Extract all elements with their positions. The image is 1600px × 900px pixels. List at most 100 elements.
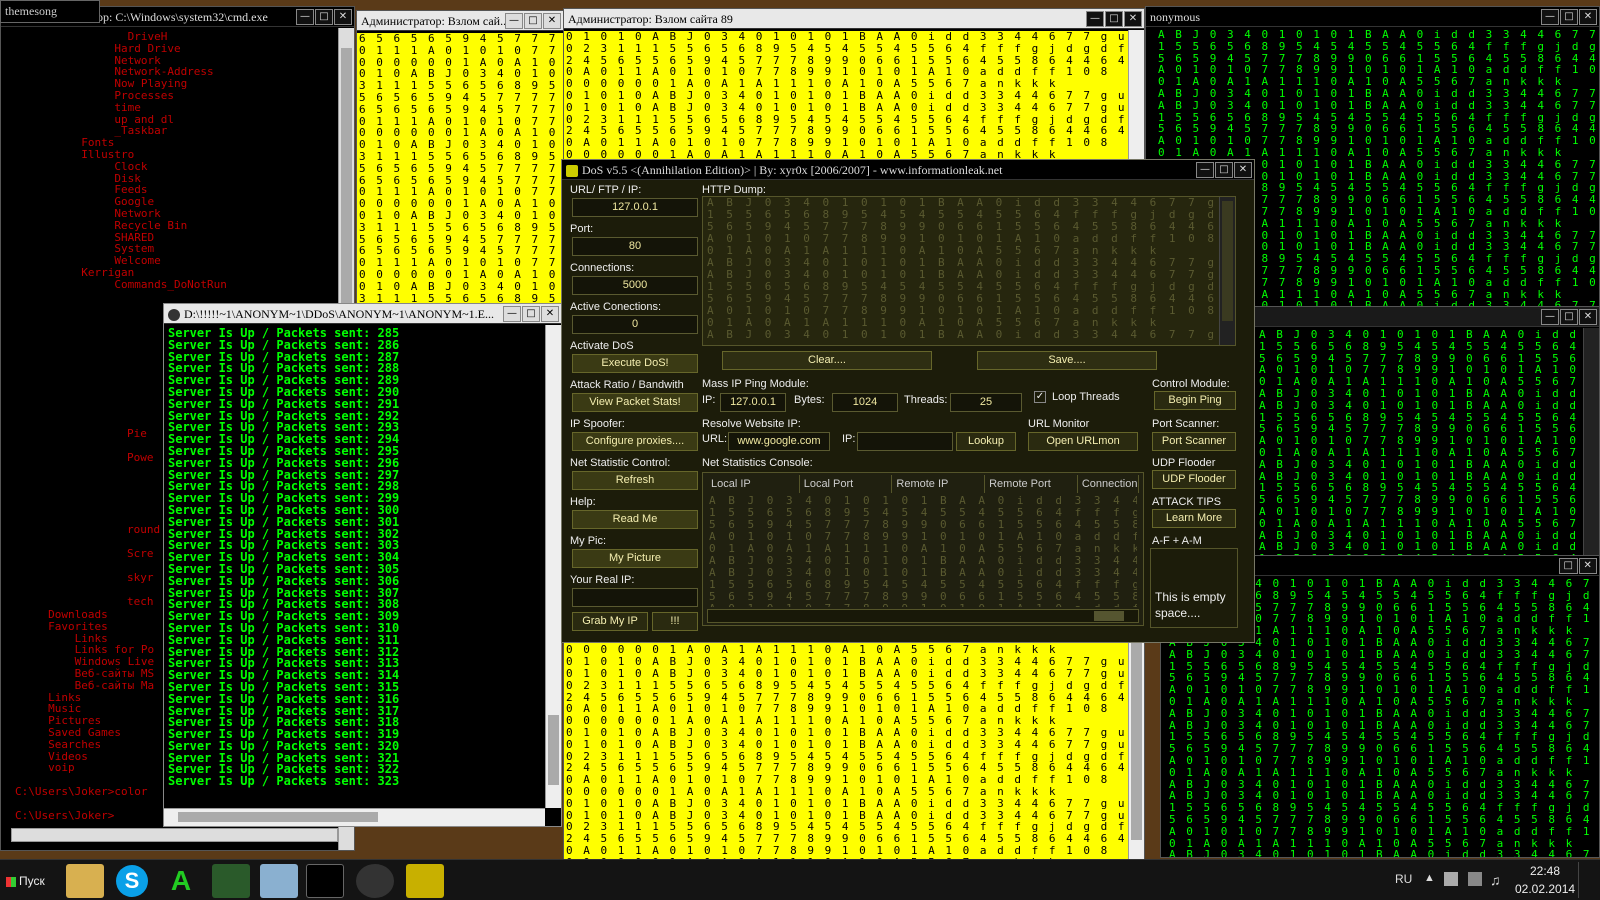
anonymous-taskbar-icon[interactable] (356, 864, 394, 898)
close-icon[interactable]: ✕ (334, 9, 352, 25)
window-controls[interactable]: — □ ✕ (1086, 11, 1142, 27)
cmd-icon[interactable] (306, 864, 344, 898)
horizontal-scrollbar[interactable] (707, 609, 1139, 623)
maximize-icon[interactable]: □ (524, 13, 542, 29)
maximize-icon[interactable]: □ (1105, 11, 1123, 27)
skype-icon[interactable]: S (116, 865, 148, 897)
scroll-thumb[interactable] (548, 715, 559, 785)
udp-flooder-button[interactable]: UDP Flooder (1152, 470, 1236, 489)
column-header[interactable]: Local Port (800, 475, 893, 493)
scroll-thumb[interactable] (178, 812, 378, 822)
explorer-folder-icon[interactable] (66, 864, 104, 898)
column-header[interactable]: Connection (1078, 475, 1139, 493)
execute-dos-button[interactable]: Execute DoS! (572, 354, 698, 373)
horizontal-scrollbar[interactable] (11, 828, 338, 842)
flag-icon[interactable] (1444, 872, 1458, 886)
yellow-main-titlebar[interactable]: Администратор: Взлом сайта 89 (564, 9, 1144, 29)
close-icon[interactable]: ✕ (541, 306, 559, 322)
yellow-console-window-small[interactable]: Администратор: Взлом сай... — □ ✕ 6 5 6 5 … (356, 10, 564, 310)
grab-my-ip-button[interactable]: Grab My IP (572, 612, 648, 631)
port-input[interactable]: 80 (572, 237, 698, 256)
scroll-thumb[interactable] (1222, 201, 1233, 321)
close-icon[interactable]: ✕ (1579, 9, 1597, 25)
language-indicator[interactable]: RU (1395, 872, 1412, 886)
real-ip-field[interactable] (572, 588, 698, 607)
show-desktop-button[interactable] (1578, 862, 1598, 898)
maximize-icon[interactable]: □ (1559, 558, 1578, 574)
vertical-scrollbar[interactable] (1219, 197, 1235, 345)
themesong-widget[interactable]: themesong (0, 0, 100, 23)
bytes-input[interactable]: 1024 (832, 393, 898, 412)
resolve-ip-field[interactable] (857, 432, 953, 451)
network-icon[interactable] (1468, 872, 1482, 886)
tray-arrow-icon[interactable]: ▲ (1424, 872, 1435, 884)
resolve-url-input[interactable]: www.google.com (728, 432, 830, 451)
exclaim-button[interactable]: !!! (652, 612, 698, 631)
packets-cmd-window[interactable]: D:\!!!!!~1\ANONYM~1\DDoS\ANONYM~1\ANONYM… (163, 303, 562, 827)
window-controls[interactable]: □ ✕ (1559, 558, 1597, 574)
column-header[interactable]: Local IP (707, 475, 800, 493)
begin-ping-button[interactable]: Begin Ping (1154, 391, 1236, 410)
scroll-thumb[interactable] (341, 48, 352, 308)
column-header[interactable]: Remote Port (985, 475, 1078, 493)
close-icon[interactable]: ✕ (1234, 162, 1252, 178)
configure-proxies-button[interactable]: Configure proxies.... (572, 432, 698, 451)
url-input[interactable]: 127.0.0.1 (572, 198, 698, 217)
game-icon[interactable] (212, 864, 250, 898)
net-console-table[interactable]: Local IP Local Port Remote IP Remote Port Co… (702, 472, 1144, 626)
window-controls[interactable]: — □ ✕ (505, 13, 561, 29)
maximize-icon[interactable]: □ (1560, 9, 1578, 25)
maximize-icon[interactable]: □ (1215, 162, 1233, 178)
scroll-thumb[interactable] (1131, 640, 1142, 840)
clock-date[interactable]: 02.02.2014 (1515, 882, 1575, 896)
green-console-titlebar[interactable]: nonymous (1146, 7, 1599, 27)
loop-threads-checkbox[interactable]: ✓ (1034, 391, 1046, 403)
open-urlmon-button[interactable]: Open URLmon (1028, 432, 1138, 451)
connections-input[interactable]: 5000 (572, 276, 698, 295)
minimize-icon[interactable]: — (505, 13, 523, 29)
minimize-icon[interactable]: — (503, 306, 521, 322)
minimize-icon[interactable]: — (1541, 309, 1559, 325)
minimize-icon[interactable]: — (1541, 9, 1559, 25)
ping-ip-input[interactable]: 127.0.0.1 (720, 393, 786, 412)
port-scanner-button[interactable]: Port Scanner (1152, 432, 1236, 451)
clock-time[interactable]: 22:48 (1530, 864, 1560, 878)
close-icon[interactable]: ✕ (1578, 558, 1597, 574)
minimize-icon[interactable]: — (296, 9, 314, 25)
clear-button[interactable]: Clear.... (722, 351, 932, 370)
maximize-icon[interactable]: □ (315, 9, 333, 25)
scroll-thumb[interactable] (1094, 611, 1124, 621)
volume-icon[interactable]: ♫ (1490, 872, 1501, 888)
learn-more-button[interactable]: Learn More (1152, 509, 1236, 528)
window-controls[interactable]: — □ ✕ (1541, 309, 1597, 325)
packets-cmd-titlebar[interactable]: D:\!!!!!~1\ANONYM~1\DDoS\ANONYM~1\ANONYM… (164, 304, 561, 324)
save-button[interactable]: Save.... (977, 351, 1157, 370)
app-a-icon[interactable]: A (162, 864, 200, 898)
vertical-scrollbar[interactable] (1583, 328, 1599, 555)
close-icon[interactable]: ✕ (1124, 11, 1142, 27)
window-controls[interactable]: — □ ✕ (1541, 9, 1597, 25)
my-picture-button[interactable]: My Picture (572, 549, 698, 568)
close-icon[interactable]: ✕ (543, 13, 561, 29)
lookup-button[interactable]: Lookup (956, 432, 1016, 451)
read-me-button[interactable]: Read Me (572, 510, 698, 529)
window-controls[interactable]: — □ ✕ (296, 9, 352, 25)
window-controls[interactable]: — □ ✕ (503, 306, 559, 322)
vertical-scrollbar[interactable] (545, 325, 561, 808)
start-button[interactable]: Пуск (2, 866, 58, 896)
horizontal-scrollbar[interactable] (164, 808, 545, 826)
skull-taskbar-icon[interactable] (406, 864, 444, 898)
minimize-icon[interactable]: — (1086, 11, 1104, 27)
http-dump-area[interactable]: A B J 0 3 4 0 1 0 1 0 1 B A A 0 i d d 3 … (702, 196, 1236, 346)
dos-tool-window[interactable]: DoS v5.5 <(Annihilation Edition)> | By: … (561, 159, 1255, 643)
minimize-icon[interactable]: — (1196, 162, 1214, 178)
column-header[interactable]: Remote IP (892, 475, 986, 493)
window-controls[interactable]: — □ ✕ (1196, 162, 1252, 178)
view-packet-stats-button[interactable]: View Packet Stats! (572, 393, 698, 412)
threads-input[interactable]: 25 (950, 393, 1022, 412)
close-icon[interactable]: ✕ (1579, 309, 1597, 325)
dos-titlebar[interactable]: DoS v5.5 <(Annihilation Edition)> | By: … (562, 160, 1254, 180)
refresh-button[interactable]: Refresh (572, 471, 698, 490)
blue-app-icon[interactable] (260, 864, 298, 898)
maximize-icon[interactable]: □ (522, 306, 540, 322)
